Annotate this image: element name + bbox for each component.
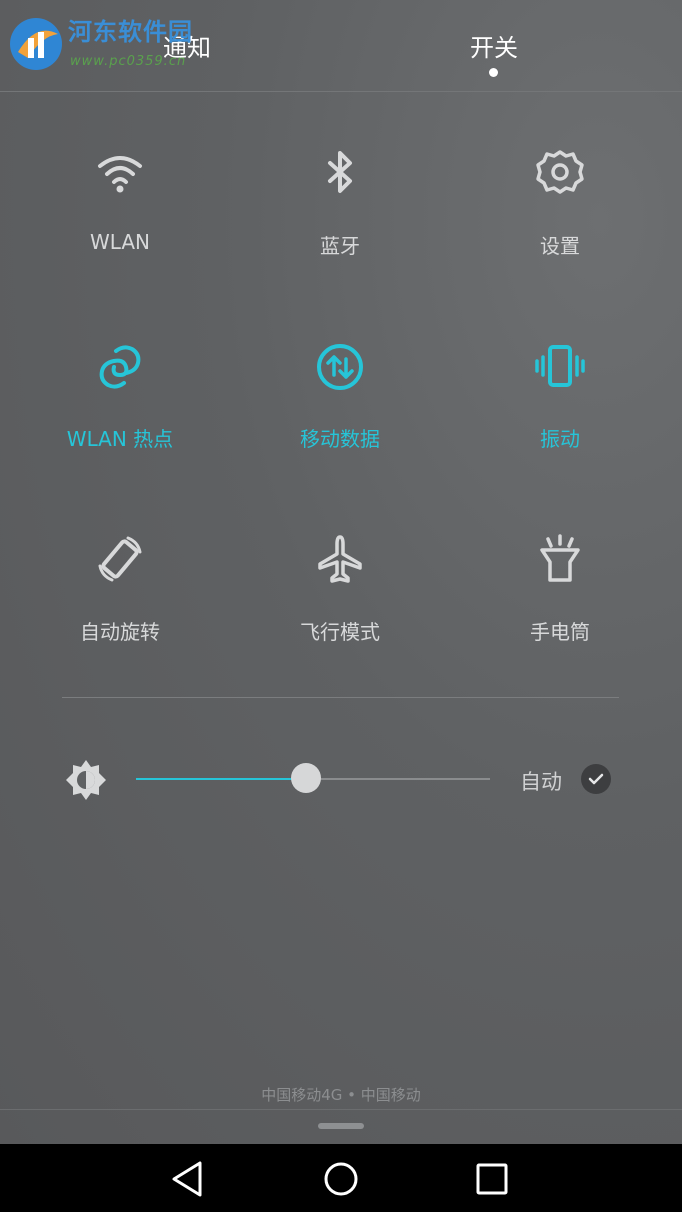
home-icon[interactable]	[318, 1156, 364, 1202]
wifi-icon	[98, 156, 142, 193]
checkmark-icon	[588, 773, 604, 785]
brightness-slider[interactable]	[136, 763, 490, 793]
handle-divider	[0, 1109, 682, 1110]
auto-rotate-icon	[98, 536, 142, 582]
tab-toggles[interactable]: 开关	[434, 28, 554, 63]
tile-airplane-mode[interactable]: 飞行模式	[230, 534, 450, 684]
tile-label: 自动旋转	[80, 620, 160, 644]
brightness-row: 自动	[0, 750, 682, 810]
navigation-bar	[0, 1144, 682, 1212]
bluetooth-icon	[328, 151, 352, 193]
tile-label: 移动数据	[300, 427, 380, 451]
tile-label: 手电筒	[530, 620, 590, 644]
drag-handle[interactable]	[318, 1123, 364, 1129]
vibrate-icon	[535, 345, 585, 387]
gear-icon	[536, 150, 584, 194]
tile-label: 振动	[540, 427, 580, 451]
mobile-data-icon	[317, 344, 363, 390]
tile-flashlight[interactable]: 手电筒	[450, 534, 670, 684]
tile-label: 设置	[540, 234, 580, 258]
tile-label: WLAN	[89, 230, 151, 254]
back-icon[interactable]	[166, 1156, 212, 1202]
brightness-slider-fill	[136, 778, 306, 780]
recent-apps-icon[interactable]	[469, 1156, 515, 1202]
brightness-slider-thumb[interactable]	[290, 763, 321, 793]
tile-label: 飞行模式	[300, 620, 380, 644]
airplane-icon	[318, 535, 362, 583]
tile-bluetooth[interactable]: 蓝牙	[230, 148, 450, 298]
auto-brightness-label: 自动	[520, 770, 562, 794]
tile-label: 蓝牙	[320, 234, 360, 258]
brightness-icon	[66, 760, 106, 800]
tile-auto-rotate[interactable]: 自动旋转	[10, 534, 230, 684]
active-tab-indicator	[489, 68, 498, 77]
tile-label: WLAN 热点	[66, 427, 174, 451]
tile-wlan[interactable]: WLAN	[10, 148, 230, 298]
auto-brightness-checkbox[interactable]	[581, 764, 611, 794]
flashlight-icon	[540, 534, 580, 582]
carrier-text: 中国移动4G • 中国移动	[261, 1086, 421, 1104]
watermark-logo	[10, 18, 62, 70]
quick-settings-panel: 通知 开关 河东软件园 www.pc0359.cn WLAN 蓝牙 设置 WLA…	[0, 0, 682, 1144]
watermark-title: 河东软件园	[68, 18, 193, 46]
tile-settings[interactable]: 设置	[450, 148, 670, 298]
hotspot-icon	[99, 345, 141, 389]
tiles-divider	[62, 697, 619, 698]
watermark-url: www.pc0359.cn	[70, 54, 187, 69]
tile-mobile-data[interactable]: 移动数据	[230, 341, 450, 491]
tile-vibrate[interactable]: 振动	[450, 341, 670, 491]
watermark: 河东软件园 www.pc0359.cn	[4, 8, 204, 70]
tile-wlan-hotspot[interactable]: WLAN 热点	[10, 341, 230, 491]
tabs-divider	[0, 91, 682, 92]
